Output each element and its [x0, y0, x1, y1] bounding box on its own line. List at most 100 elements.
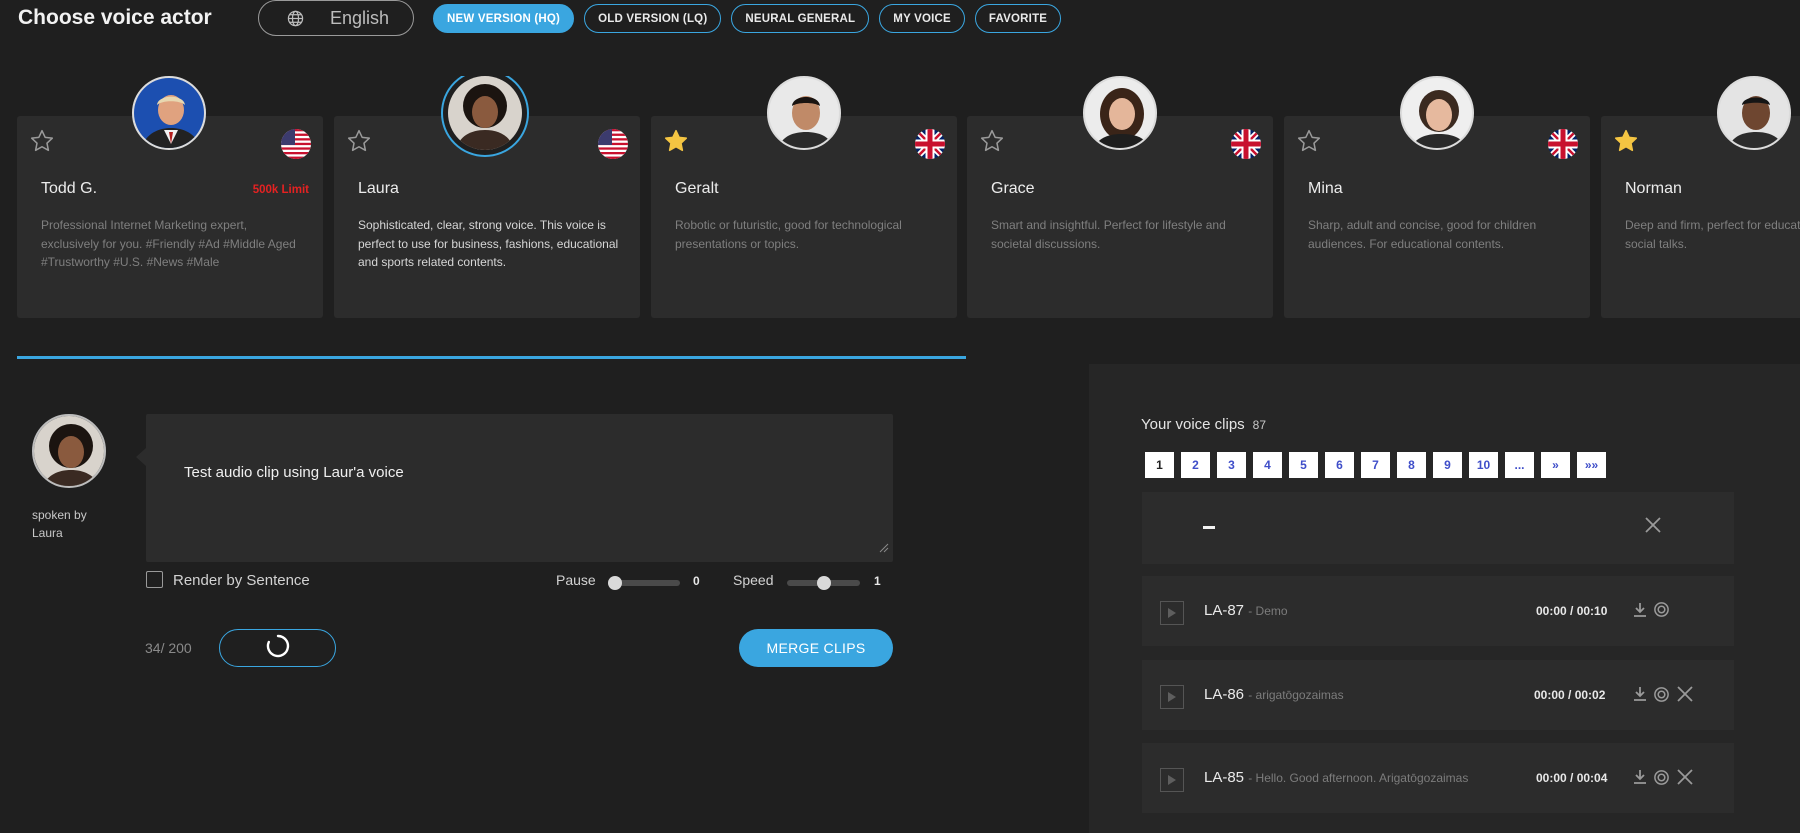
section-divider: [17, 356, 966, 359]
clip-actions: [1633, 685, 1694, 708]
voice-card-norman[interactable]: Norman Deep and firm, perfect for educat…: [1601, 116, 1800, 318]
clip-time: 00:00 / 00:02: [1534, 688, 1606, 702]
voice-description: Sharp, adult and concise, good for child…: [1308, 218, 1537, 251]
clip-id: LA-87: [1204, 602, 1245, 619]
clip-actions: [1633, 768, 1694, 791]
merge-clips-button[interactable]: MERGE CLIPS: [739, 629, 893, 667]
play-icon: [1168, 692, 1176, 702]
play-button[interactable]: [1160, 601, 1184, 625]
page-4[interactable]: 4: [1253, 452, 1282, 478]
filter-favorite[interactable]: FAVORITE: [974, 4, 1062, 33]
clip-desc: - Hello. Good afternoon. Arigatōgozaimas: [1248, 771, 1469, 785]
clip-time: 00:00 / 00:04: [1536, 771, 1608, 785]
speaker-name: Laura: [32, 526, 63, 540]
page-last[interactable]: »»: [1577, 452, 1606, 478]
spoken-by: spoken by Laura: [32, 506, 122, 542]
download-icon[interactable]: [1633, 686, 1647, 707]
clip-name-input[interactable]: [1142, 492, 1734, 564]
avatar-todd[interactable]: [132, 76, 206, 150]
clear-close-icon[interactable]: [1644, 516, 1662, 539]
filter-old-version[interactable]: OLD VERSION (LQ): [584, 4, 722, 33]
voice-description: Sophisticated, clear, strong voice. This…: [358, 218, 619, 269]
page-2[interactable]: 2: [1181, 452, 1210, 478]
clip-actions: [1633, 601, 1670, 623]
favorite-star-icon[interactable]: [346, 128, 372, 159]
avatar-grace[interactable]: [1083, 76, 1157, 150]
language-label: English: [330, 7, 390, 28]
page-9[interactable]: 9: [1433, 452, 1462, 478]
avatar-geralt[interactable]: [767, 76, 841, 150]
page-ellipsis[interactable]: ...: [1505, 452, 1534, 478]
voice-name: Laura: [358, 180, 399, 197]
uk-flag-icon: [1231, 129, 1261, 159]
text-cursor: [1203, 526, 1215, 529]
download-icon[interactable]: [1633, 602, 1647, 623]
play-icon: [1168, 608, 1176, 618]
delete-close-icon[interactable]: [1676, 685, 1694, 708]
clip-time: 00:00 / 00:10: [1536, 604, 1608, 618]
header: Choose voice actor English NEW VERSION (…: [0, 0, 1800, 40]
voice-card-list: Todd G. 500k Limit Professional Internet…: [17, 76, 1800, 320]
delete-close-icon[interactable]: [1676, 768, 1694, 791]
clip-title: LA-85 - Hello. Good afternoon. Arigatōgo…: [1204, 769, 1468, 786]
avatar-norman[interactable]: [1717, 76, 1791, 150]
favorite-star-icon[interactable]: [29, 128, 55, 159]
filter-my-voice[interactable]: MY VOICE: [879, 4, 965, 33]
voice-name: Grace: [991, 180, 1035, 197]
play-button[interactable]: [1160, 768, 1184, 792]
uk-flag-icon: [1548, 129, 1578, 159]
render-by-sentence-label: Render by Sentence: [173, 572, 310, 589]
download-icon[interactable]: [1633, 769, 1647, 790]
clip-desc: - Demo: [1248, 604, 1288, 618]
voice-clips-count: 87: [1252, 418, 1267, 432]
page-1[interactable]: 1: [1145, 452, 1174, 478]
uk-flag-icon: [915, 129, 945, 159]
language-selector[interactable]: English: [258, 0, 414, 36]
limit-badge: 500k Limit: [252, 184, 309, 196]
voice-description: Professional Internet Marketing expert, …: [41, 218, 296, 269]
pagination: 1 2 3 4 5 6 7 8 9 10 ... » »»: [1145, 452, 1606, 478]
page-7[interactable]: 7: [1361, 452, 1390, 478]
target-icon[interactable]: [1653, 769, 1670, 791]
spoken-by-label: spoken by: [32, 508, 87, 522]
page-5[interactable]: 5: [1289, 452, 1318, 478]
voice-name: Norman: [1625, 180, 1682, 197]
page-next[interactable]: »: [1541, 452, 1570, 478]
target-icon[interactable]: [1653, 601, 1670, 623]
clip-title: LA-87 - Demo: [1204, 602, 1288, 619]
page-3[interactable]: 3: [1217, 452, 1246, 478]
favorite-star-icon[interactable]: [1296, 128, 1322, 159]
pause-value: 0: [693, 574, 700, 588]
loading-spinner-icon: [265, 633, 291, 664]
speed-slider-knob[interactable]: [816, 576, 831, 590]
avatar-mina[interactable]: [1400, 76, 1474, 150]
clip-id: LA-85: [1204, 769, 1245, 786]
voice-name: Todd G.: [41, 180, 98, 197]
voice-name: Geralt: [675, 180, 719, 197]
voice-clips-panel: Your voice clips 87 1 2 3 4 5 6 7 8 9 10 …: [1089, 364, 1800, 833]
script-textarea[interactable]: Test audio clip using Laur'a voice: [136, 414, 893, 562]
generate-button[interactable]: [219, 629, 336, 667]
page-title: Choose voice actor: [18, 6, 212, 29]
voice-clips-title: Your voice clips: [1141, 416, 1245, 433]
target-icon[interactable]: [1653, 686, 1670, 708]
page-10[interactable]: 10: [1469, 452, 1498, 478]
render-by-sentence-checkbox[interactable]: [146, 571, 163, 588]
resize-handle-icon[interactable]: [879, 540, 889, 558]
favorite-star-icon[interactable]: [979, 128, 1005, 159]
us-flag-icon: [281, 129, 311, 159]
voice-description: Robotic or futuristic, good for technolo…: [675, 218, 902, 251]
page-6[interactable]: 6: [1325, 452, 1354, 478]
clip-title: LA-86 - arigatōgozaimas: [1204, 686, 1344, 703]
favorite-star-filled-icon[interactable]: [663, 128, 689, 159]
filter-new-version[interactable]: NEW VERSION (HQ): [433, 4, 575, 33]
script-text: Test audio clip using Laur'a voice: [184, 464, 404, 481]
clip-item: LA-87 - Demo 00:00 / 00:10: [1142, 576, 1734, 646]
page-8[interactable]: 8: [1397, 452, 1426, 478]
play-button[interactable]: [1160, 685, 1184, 709]
us-flag-icon: [598, 129, 628, 159]
pause-slider-knob[interactable]: [608, 576, 622, 590]
favorite-star-filled-icon[interactable]: [1613, 128, 1639, 159]
filter-neural-general[interactable]: NEURAL GENERAL: [731, 4, 870, 33]
voice-description: Smart and insightful. Perfect for lifest…: [991, 218, 1226, 251]
